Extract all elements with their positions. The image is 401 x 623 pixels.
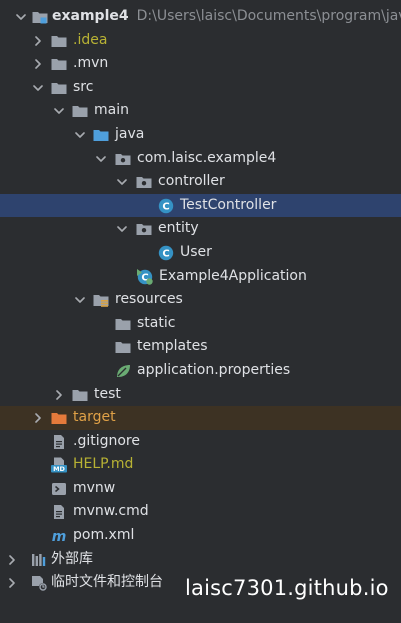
java-class-icon <box>157 244 175 262</box>
tree-row-main[interactable]: main <box>0 99 401 123</box>
java-class-icon <box>157 197 175 215</box>
chevron-right-icon[interactable] <box>31 29 45 53</box>
package-icon <box>135 220 153 238</box>
text-file-icon <box>50 503 68 521</box>
tree-row-application-class[interactable]: Example4Application <box>0 265 401 289</box>
resources-folder-icon <box>92 291 110 309</box>
markdown-file-icon <box>50 456 68 474</box>
tree-row-mvnw-cmd[interactable]: mvnw.cmd <box>0 500 401 524</box>
excluded-folder-icon <box>50 409 68 427</box>
source-folder-icon <box>92 126 110 144</box>
tree-row-java[interactable]: java <box>0 123 401 147</box>
watermark-text: laisc7301.github.io <box>185 576 389 600</box>
scratches-icon <box>30 574 48 592</box>
tree-row-gitignore[interactable]: .gitignore <box>0 430 401 454</box>
chevron-down-icon[interactable] <box>115 170 129 194</box>
tree-row-templates[interactable]: templates <box>0 335 401 359</box>
tree-label-mvnw-cmd: mvnw.cmd <box>73 503 149 520</box>
tree-row-static[interactable]: static <box>0 312 401 336</box>
tree-row-entity[interactable]: entity <box>0 217 401 241</box>
tree-label-application-class: Example4Application <box>159 267 307 284</box>
tree-row-target[interactable]: target <box>0 406 401 430</box>
maven-icon <box>50 527 68 545</box>
project-name: example4 <box>52 8 129 24</box>
package-icon <box>114 150 132 168</box>
tree-label-java: java <box>115 125 145 142</box>
folder-icon <box>71 102 89 120</box>
tree-label-src: src <box>73 78 94 95</box>
spring-properties-icon <box>114 362 132 380</box>
tree-row-package-root[interactable]: com.laisc.example4 <box>0 147 401 171</box>
tree-row-test[interactable]: test <box>0 383 401 407</box>
tree-label-gitignore: .gitignore <box>73 432 140 449</box>
tree-label-pom-xml: pom.xml <box>73 527 135 544</box>
project-path: D:\Users\laisc\Documents\program\java <box>136 8 401 24</box>
tree-label-mvn: .mvn <box>73 55 109 72</box>
chevron-down-icon[interactable] <box>115 217 129 241</box>
external-libraries-icon <box>30 551 48 569</box>
tree-label-controller: controller <box>158 173 225 190</box>
chevron-right-icon[interactable] <box>5 548 19 572</box>
tree-row-test-controller[interactable]: TestController <box>0 193 401 218</box>
tree-label-package-root: com.laisc.example4 <box>137 149 277 166</box>
tree-row-pom-xml[interactable]: pom.xml <box>0 524 401 548</box>
tree-label-help-md: HELP.md <box>73 456 134 473</box>
tree-label-scratches: 临时文件和控制台 <box>51 574 163 591</box>
text-file-icon <box>50 433 68 451</box>
folder-icon <box>50 79 68 97</box>
chevron-right-icon[interactable] <box>31 406 45 430</box>
chevron-right-icon[interactable] <box>5 571 19 595</box>
chevron-down-icon[interactable] <box>94 147 108 171</box>
tree-label-static: static <box>137 314 176 331</box>
chevron-down-icon[interactable] <box>14 5 28 29</box>
folder-icon <box>50 55 68 73</box>
tree-row-help-md[interactable]: HELP.md <box>0 453 401 477</box>
spring-boot-class-icon <box>136 268 154 286</box>
tree-label-test-controller: TestController <box>180 196 277 213</box>
chevron-right-icon[interactable] <box>31 52 45 76</box>
tree-row-mvnw[interactable]: mvnw <box>0 477 401 501</box>
folder-icon <box>71 386 89 404</box>
chevron-right-icon[interactable] <box>52 383 66 407</box>
tree-label-entity: entity <box>158 220 199 237</box>
folder-icon <box>50 32 68 50</box>
tree-row-external-libraries[interactable]: 外部库 <box>0 548 401 572</box>
chevron-down-icon[interactable] <box>73 288 87 312</box>
tree-row-controller[interactable]: controller <box>0 170 401 194</box>
chevron-down-icon[interactable] <box>31 76 45 100</box>
tree-label-application-properties: application.properties <box>137 361 291 378</box>
folder-icon <box>114 338 132 356</box>
project-tree: example4 D:\Users\laisc\Documents\program… <box>0 5 401 595</box>
module-folder-icon <box>31 8 49 26</box>
folder-icon <box>114 315 132 333</box>
tree-label-external-libraries: 外部库 <box>51 550 93 567</box>
chevron-down-icon[interactable] <box>52 99 66 123</box>
tree-row-application-properties[interactable]: application.properties <box>0 359 401 383</box>
tree-row-resources[interactable]: resources <box>0 288 401 312</box>
package-icon <box>135 173 153 191</box>
tree-label-resources: resources <box>115 291 183 308</box>
tree-row-mvn[interactable]: .mvn <box>0 52 401 76</box>
tree-label-test: test <box>94 385 121 402</box>
tree-label-templates: templates <box>137 338 208 355</box>
tree-label-user: User <box>180 243 212 260</box>
tree-row-src[interactable]: src <box>0 76 401 100</box>
tree-row-project[interactable]: example4 D:\Users\laisc\Documents\program… <box>0 5 401 29</box>
tree-row-user[interactable]: User <box>0 241 401 265</box>
tree-label-mvnw: mvnw <box>73 479 116 496</box>
tree-row-idea[interactable]: .idea <box>0 29 401 53</box>
chevron-down-icon[interactable] <box>73 123 87 147</box>
tree-label-target: target <box>73 409 116 426</box>
terminal-file-icon <box>50 480 68 498</box>
tree-label-idea: .idea <box>73 31 108 48</box>
tree-label-main: main <box>94 102 129 119</box>
